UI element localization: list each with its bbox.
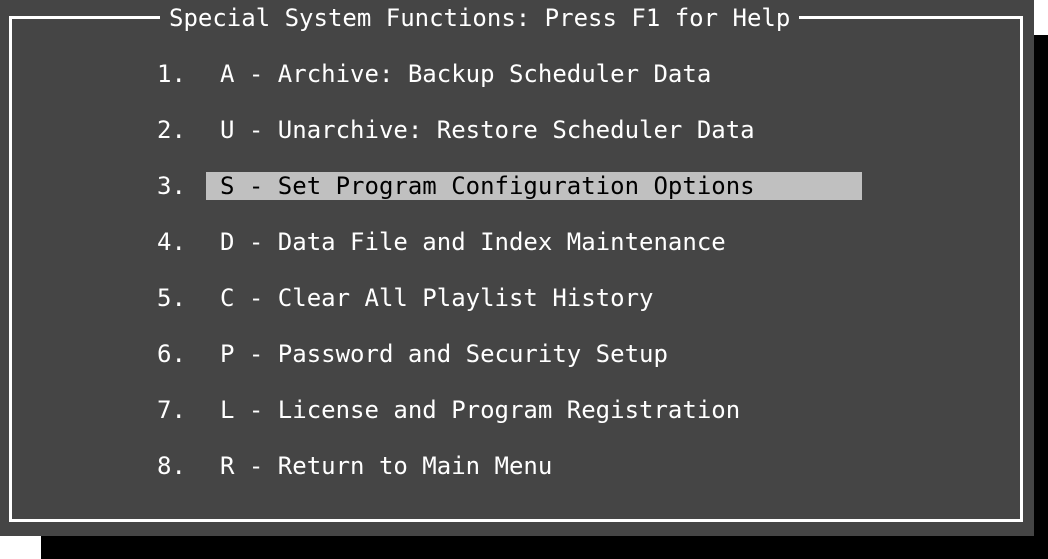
menu-item-number: 6. <box>157 340 186 368</box>
menu-item-label: R - Return to Main Menu <box>220 452 553 480</box>
menu-item-license-registration[interactable]: 7. L - License and Program Registration <box>0 396 1034 424</box>
menu-item-label: C - Clear All Playlist History <box>220 284 654 312</box>
menu-item-number: 5. <box>157 284 186 312</box>
menu-item-archive[interactable]: 1. A - Archive: Backup Scheduler Data <box>0 60 1034 88</box>
menu-item-configuration[interactable]: 3. S - Set Program Configuration Options <box>0 172 1034 200</box>
menu-item-label: D - Data File and Index Maintenance <box>220 228 726 256</box>
menu-item-data-maintenance[interactable]: 4. D - Data File and Index Maintenance <box>0 228 1034 256</box>
dos-screen: Special System Functions: Press F1 for H… <box>0 0 1048 559</box>
special-functions-dialog: Special System Functions: Press F1 for H… <box>0 0 1034 536</box>
menu-item-number: 1. <box>157 60 186 88</box>
menu-item-label: P - Password and Security Setup <box>220 340 668 368</box>
menu-item-label: U - Unarchive: Restore Scheduler Data <box>220 116 755 144</box>
menu-list: 1. A - Archive: Backup Scheduler Data 2.… <box>0 0 1034 536</box>
menu-item-label: L - License and Program Registration <box>220 396 741 424</box>
menu-item-password-security[interactable]: 6. P - Password and Security Setup <box>0 340 1034 368</box>
menu-item-unarchive[interactable]: 2. U - Unarchive: Restore Scheduler Data <box>0 116 1034 144</box>
menu-item-return-main[interactable]: 8. R - Return to Main Menu <box>0 452 1034 480</box>
menu-item-number: 2. <box>157 116 186 144</box>
menu-item-label: A - Archive: Backup Scheduler Data <box>220 60 712 88</box>
menu-item-number: 8. <box>157 452 186 480</box>
menu-item-number: 3. <box>157 172 186 200</box>
menu-item-label: S - Set Program Configuration Options <box>206 172 862 200</box>
menu-item-clear-history[interactable]: 5. C - Clear All Playlist History <box>0 284 1034 312</box>
menu-item-number: 4. <box>157 228 186 256</box>
menu-item-number: 7. <box>157 396 186 424</box>
